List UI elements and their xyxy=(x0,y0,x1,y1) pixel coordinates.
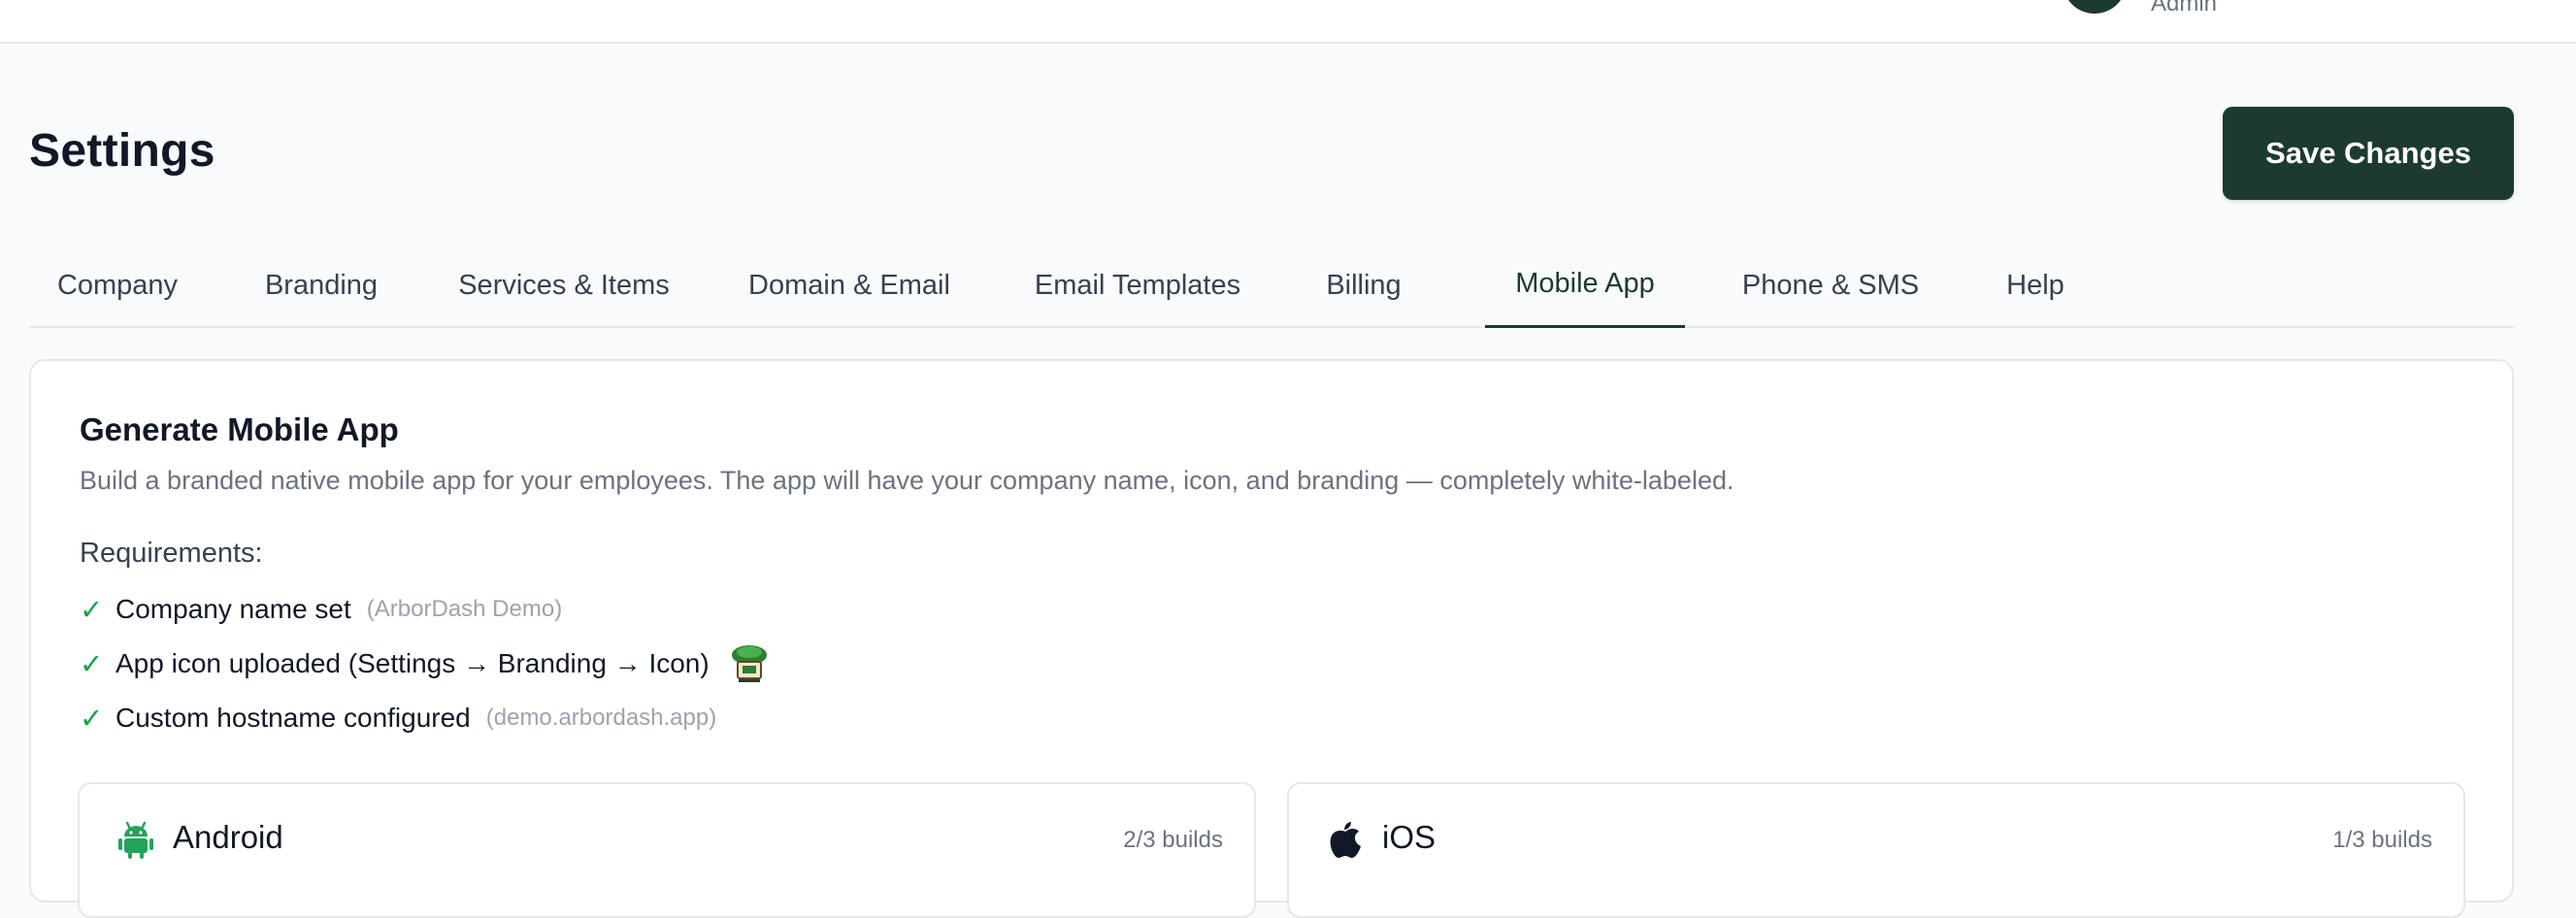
build-count: 2/3 builds xyxy=(1123,827,1223,853)
android-platform-card[interactable]: Android 2/3 builds xyxy=(78,782,1256,918)
tab-branding[interactable]: Branding xyxy=(237,243,406,328)
tab-mobile-app[interactable]: Mobile App xyxy=(1485,243,1685,328)
tab-company[interactable]: Company xyxy=(29,243,206,328)
requirement-label: Company name set xyxy=(116,594,351,624)
user-avatar[interactable] xyxy=(2063,0,2127,14)
requirement-detail: (demo.arbordash.app) xyxy=(485,705,717,731)
ios-platform-card[interactable]: iOS 1/3 builds xyxy=(1287,782,2465,918)
requirement-label: Custom hostname configured xyxy=(116,703,471,733)
tree-app-icon xyxy=(729,643,770,684)
card-description: Build a branded native mobile app for yo… xyxy=(80,466,1734,495)
requirement-hostname: ✓ Custom hostname configured (demo.arbor… xyxy=(80,699,716,738)
mobile-app-card: Generate Mobile App Build a branded nati… xyxy=(29,359,2514,918)
tab-billing[interactable]: Billing xyxy=(1299,243,1429,328)
tab-services-items[interactable]: Services & Items xyxy=(437,243,691,328)
android-icon xyxy=(118,821,153,860)
save-changes-button[interactable]: Save Changes xyxy=(2223,107,2514,200)
tab-email-templates[interactable]: Email Templates xyxy=(1007,243,1268,328)
apple-icon xyxy=(1328,821,1363,860)
check-icon: ✓ xyxy=(80,648,104,680)
tab-domain-email[interactable]: Domain & Email xyxy=(722,243,976,328)
top-bar: Admin xyxy=(0,0,2576,44)
tab-phone-sms[interactable]: Phone & SMS xyxy=(1716,243,1945,328)
requirement-detail: (ArborDash Demo) xyxy=(366,596,563,622)
settings-tabs: Company Branding Services & Items Domain… xyxy=(29,243,2514,328)
build-count: 1/3 builds xyxy=(2332,827,2432,853)
check-icon: ✓ xyxy=(80,594,104,626)
user-role-label: Admin xyxy=(2151,0,2218,16)
requirement-label: App icon uploaded (Settings → Branding →… xyxy=(116,648,710,678)
page-title: Settings xyxy=(29,125,215,177)
tab-help[interactable]: Help xyxy=(1976,243,2095,328)
card-title: Generate Mobile App xyxy=(80,411,399,447)
requirement-app-icon: ✓ App icon uploaded (Settings → Branding… xyxy=(80,644,770,683)
check-icon: ✓ xyxy=(80,703,104,735)
platform-name: iOS xyxy=(1382,819,1437,855)
requirements-heading: Requirements: xyxy=(80,538,263,569)
platform-name: Android xyxy=(173,819,283,855)
requirement-company-name: ✓ Company name set (ArborDash Demo) xyxy=(80,590,562,629)
